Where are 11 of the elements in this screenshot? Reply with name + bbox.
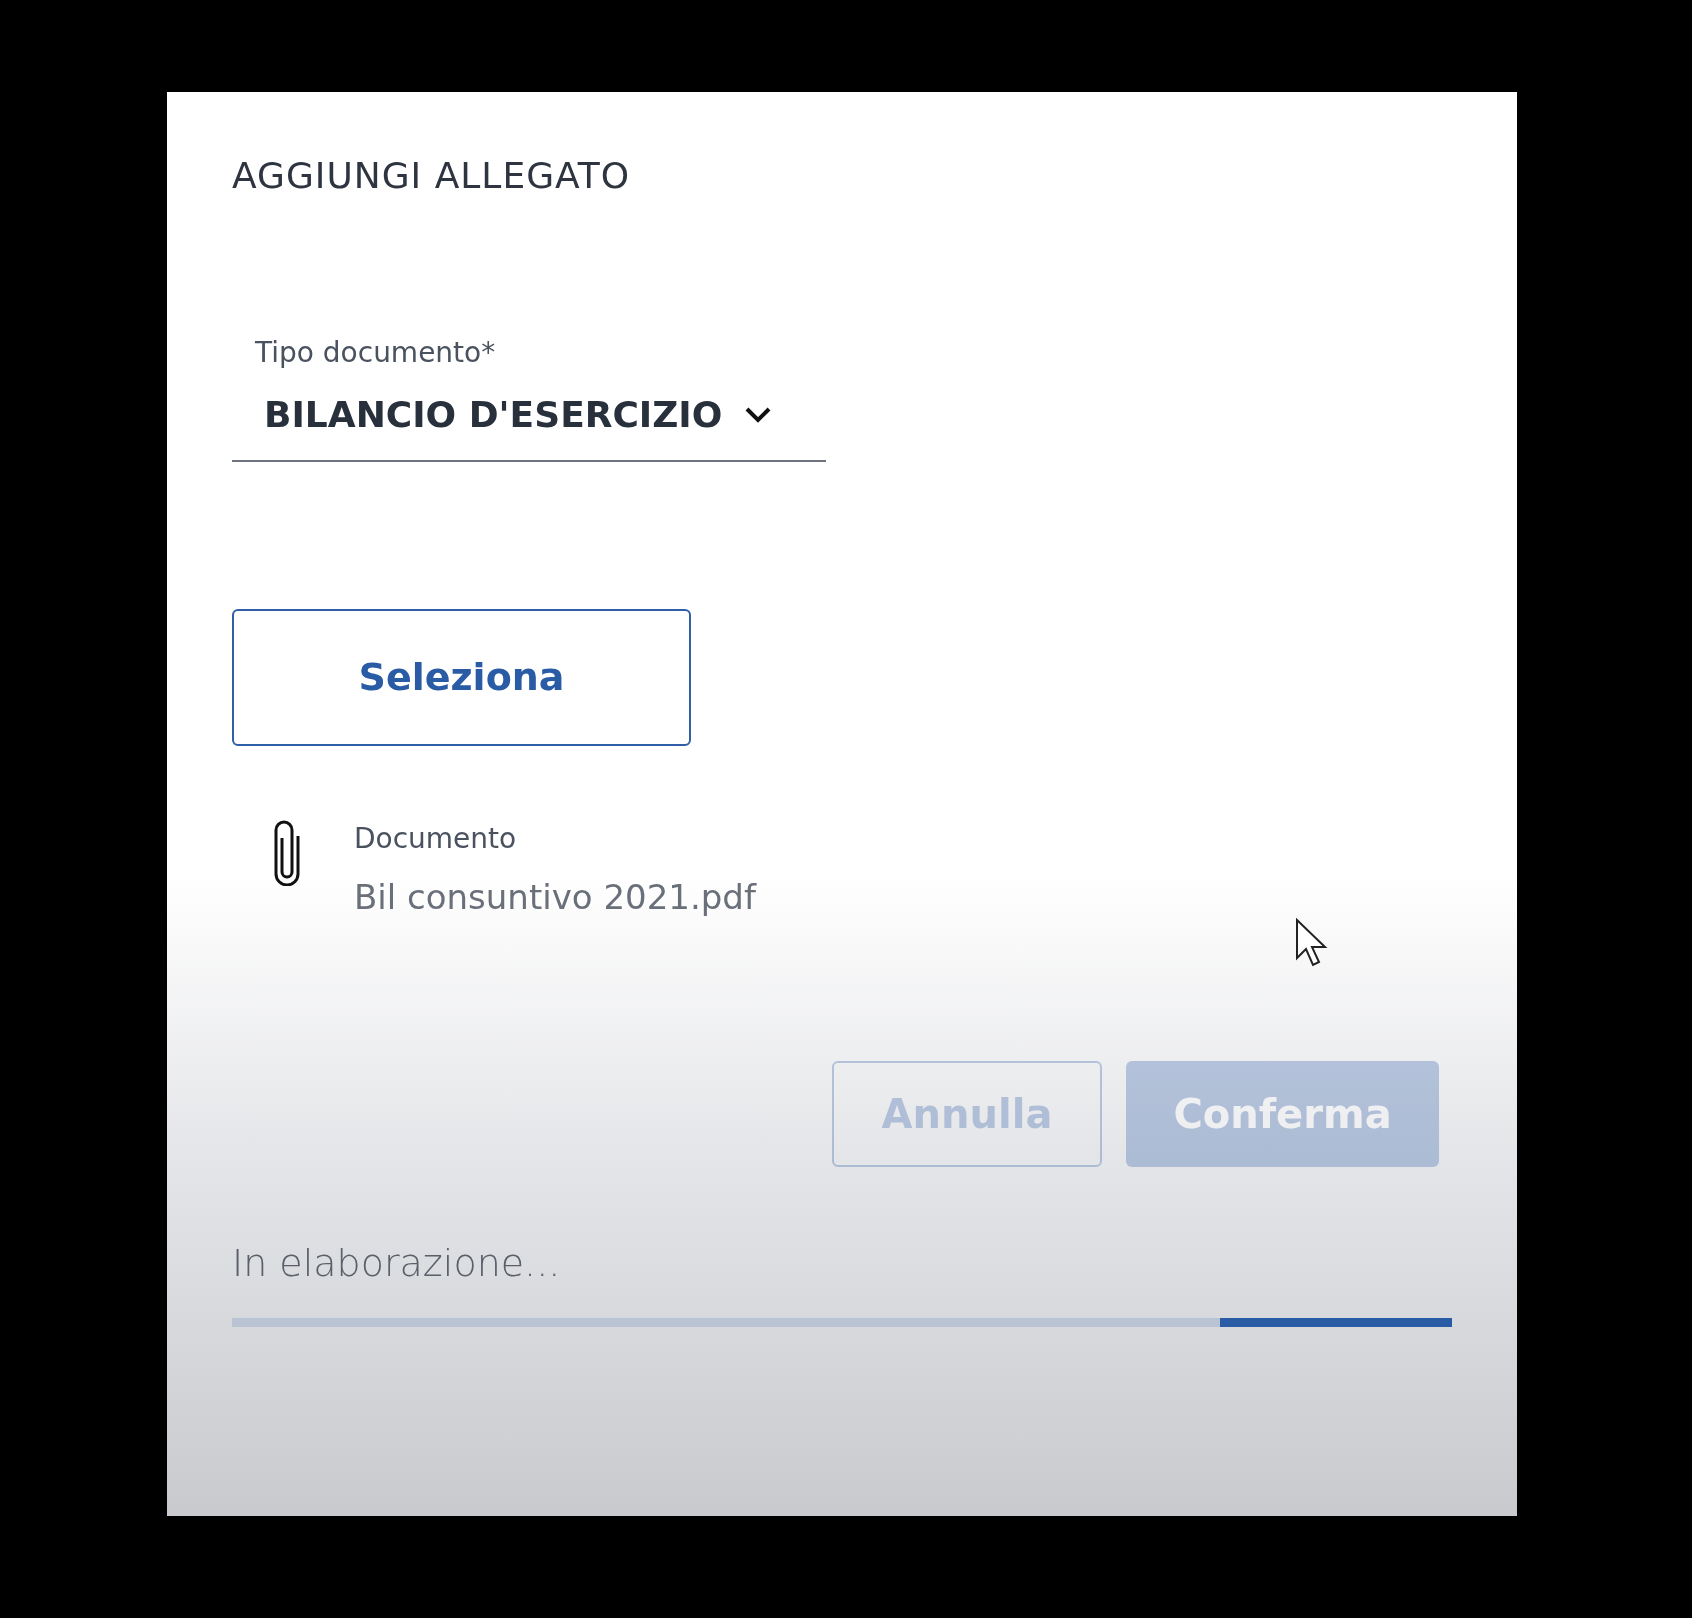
mouse-cursor-icon bbox=[1295, 918, 1329, 968]
chevron-down-icon bbox=[744, 406, 773, 425]
progress-text: In elaborazione... bbox=[232, 1240, 562, 1288]
attachment-label: Documento bbox=[354, 821, 518, 858]
dialog-title: AGGIUNGI ALLEGATO bbox=[232, 154, 632, 198]
select-file-button[interactable]: Seleziona bbox=[232, 609, 691, 747]
dropdown-value: BILANCIO D'ESERCIZIO bbox=[264, 393, 723, 438]
paperclip-icon bbox=[272, 818, 302, 887]
document-type-dropdown[interactable]: BILANCIO D'ESERCIZIO bbox=[232, 374, 826, 463]
field-label: Tipo documento* bbox=[255, 335, 497, 372]
file-name: Bil consuntivo 2021.pdf bbox=[354, 876, 756, 920]
